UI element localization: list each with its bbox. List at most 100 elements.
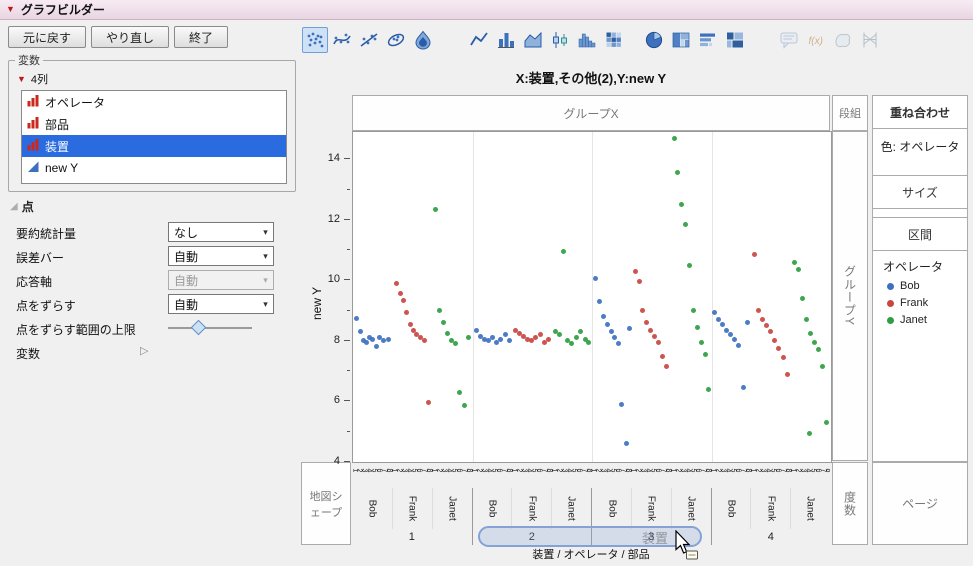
area-icon[interactable] [520, 27, 546, 53]
data-point-Frank[interactable] [633, 269, 638, 274]
data-point-Janet[interactable] [557, 332, 562, 337]
data-point-Janet[interactable] [796, 267, 801, 272]
data-point-Frank[interactable] [776, 346, 781, 351]
data-point-Janet[interactable] [800, 296, 805, 301]
data-point-Frank[interactable] [533, 335, 538, 340]
data-point-Bob[interactable] [741, 385, 746, 390]
data-point-Frank[interactable] [637, 279, 642, 284]
line-icon[interactable] [466, 27, 492, 53]
line-of-fit-icon[interactable] [356, 27, 382, 53]
data-point-Frank[interactable] [648, 328, 653, 333]
done-button[interactable]: 終了 [174, 26, 228, 48]
box-plot-icon[interactable] [547, 27, 573, 53]
treemap-icon[interactable] [668, 27, 694, 53]
data-point-Janet[interactable] [691, 308, 696, 313]
data-point-Bob[interactable] [474, 328, 479, 333]
data-point-Frank[interactable] [752, 252, 757, 257]
y-axis[interactable]: 468101214 [298, 131, 352, 463]
data-point-Frank[interactable] [772, 338, 777, 343]
data-point-Bob[interactable] [627, 326, 632, 331]
data-point-Bob[interactable] [593, 276, 598, 281]
columns-header[interactable]: ▼ 4列 [17, 71, 289, 87]
data-point-Janet[interactable] [457, 390, 462, 395]
legend-item-Janet[interactable]: Janet [887, 314, 927, 326]
data-point-Bob[interactable] [732, 337, 737, 342]
data-point-Janet[interactable] [804, 317, 809, 322]
wrap-drop-zone[interactable]: 段組 [832, 95, 868, 131]
data-point-Bob[interactable] [498, 337, 503, 342]
data-point-Janet[interactable] [792, 260, 797, 265]
data-point-Frank[interactable] [781, 355, 786, 360]
mosaic-icon[interactable] [722, 27, 748, 53]
data-point-Frank[interactable] [546, 337, 551, 342]
jitter-limit-slider[interactable] [168, 320, 252, 336]
outline-disclosure-icon[interactable]: ▼ [6, 5, 15, 14]
y-axis-title[interactable]: new Y [310, 287, 324, 320]
誤差バー-dropdown[interactable]: 自動▾ [168, 246, 274, 266]
x-axis-title[interactable]: 装置 / オペレータ / 部品 [352, 546, 830, 562]
points-icon[interactable] [302, 27, 328, 53]
data-point-Frank[interactable] [644, 320, 649, 325]
data-point-Bob[interactable] [503, 332, 508, 337]
data-point-Janet[interactable] [706, 387, 711, 392]
pie-icon[interactable] [641, 27, 667, 53]
scatter-plot-area[interactable] [352, 131, 832, 463]
data-point-Janet[interactable] [687, 263, 692, 268]
data-point-Janet[interactable] [453, 341, 458, 346]
legend-item-Frank[interactable]: Frank [887, 297, 928, 309]
data-point-Janet[interactable] [445, 331, 450, 336]
data-point-Bob[interactable] [386, 337, 391, 342]
data-point-Frank[interactable] [426, 400, 431, 405]
packed-bars-icon[interactable] [695, 27, 721, 53]
data-point-Frank[interactable] [764, 323, 769, 328]
data-point-Frank[interactable] [404, 310, 409, 315]
data-point-Janet[interactable] [699, 340, 704, 345]
slider-thumb[interactable] [191, 320, 207, 336]
data-point-Frank[interactable] [408, 322, 413, 327]
data-point-Frank[interactable] [401, 298, 406, 303]
data-point-Janet[interactable] [812, 340, 817, 345]
data-point-Janet[interactable] [441, 320, 446, 325]
group-x-drop-zone[interactable]: グループX [352, 95, 830, 131]
data-point-Bob[interactable] [358, 329, 363, 334]
data-point-Frank[interactable] [785, 372, 790, 377]
freq-drop-zone[interactable]: 度数 [832, 462, 868, 545]
data-point-Frank[interactable] [756, 308, 761, 313]
variables-disclosure-icon[interactable]: ▷ [140, 344, 148, 357]
data-point-Janet[interactable] [695, 325, 700, 330]
data-point-Janet[interactable] [462, 403, 467, 408]
data-point-Janet[interactable] [683, 222, 688, 227]
heatmap-icon[interactable] [601, 27, 627, 53]
data-point-Janet[interactable] [574, 335, 579, 340]
data-point-Frank[interactable] [760, 317, 765, 322]
data-point-Frank[interactable] [538, 332, 543, 337]
data-point-Frank[interactable] [422, 338, 427, 343]
data-point-Janet[interactable] [824, 420, 829, 425]
contour-icon[interactable] [410, 27, 436, 53]
interval-drop-zone[interactable]: 区間 [872, 217, 968, 251]
data-point-Bob[interactable] [720, 322, 725, 327]
data-point-Frank[interactable] [652, 334, 657, 339]
points-section-header[interactable]: ◢ 点 [10, 198, 300, 215]
data-point-Bob[interactable] [745, 320, 750, 325]
data-point-Frank[interactable] [656, 340, 661, 345]
data-point-Bob[interactable] [507, 338, 512, 343]
smoother-icon[interactable] [329, 27, 355, 53]
data-point-Bob[interactable] [616, 341, 621, 346]
data-point-Janet[interactable] [703, 352, 708, 357]
page-drop-zone[interactable]: ページ [872, 462, 968, 545]
overlay-drop-zone[interactable]: 重ね合わせ [872, 95, 968, 129]
color-role-label[interactable]: 色: オペレータ [873, 138, 967, 155]
data-point-Bob[interactable] [354, 316, 359, 321]
data-point-Frank[interactable] [768, 329, 773, 334]
group-y-drop-zone[interactable]: グループY [832, 131, 868, 461]
bar-icon[interactable] [493, 27, 519, 53]
data-point-Bob[interactable] [601, 314, 606, 319]
section-disclosure-icon[interactable]: ◢ [10, 201, 18, 212]
ellipse-icon[interactable] [383, 27, 409, 53]
column-list[interactable]: オペレータ部品装置new Y [21, 90, 287, 184]
data-point-Bob[interactable] [624, 441, 629, 446]
column-item-オペレータ[interactable]: オペレータ [22, 91, 286, 113]
data-point-Janet[interactable] [679, 202, 684, 207]
data-point-Janet[interactable] [569, 341, 574, 346]
